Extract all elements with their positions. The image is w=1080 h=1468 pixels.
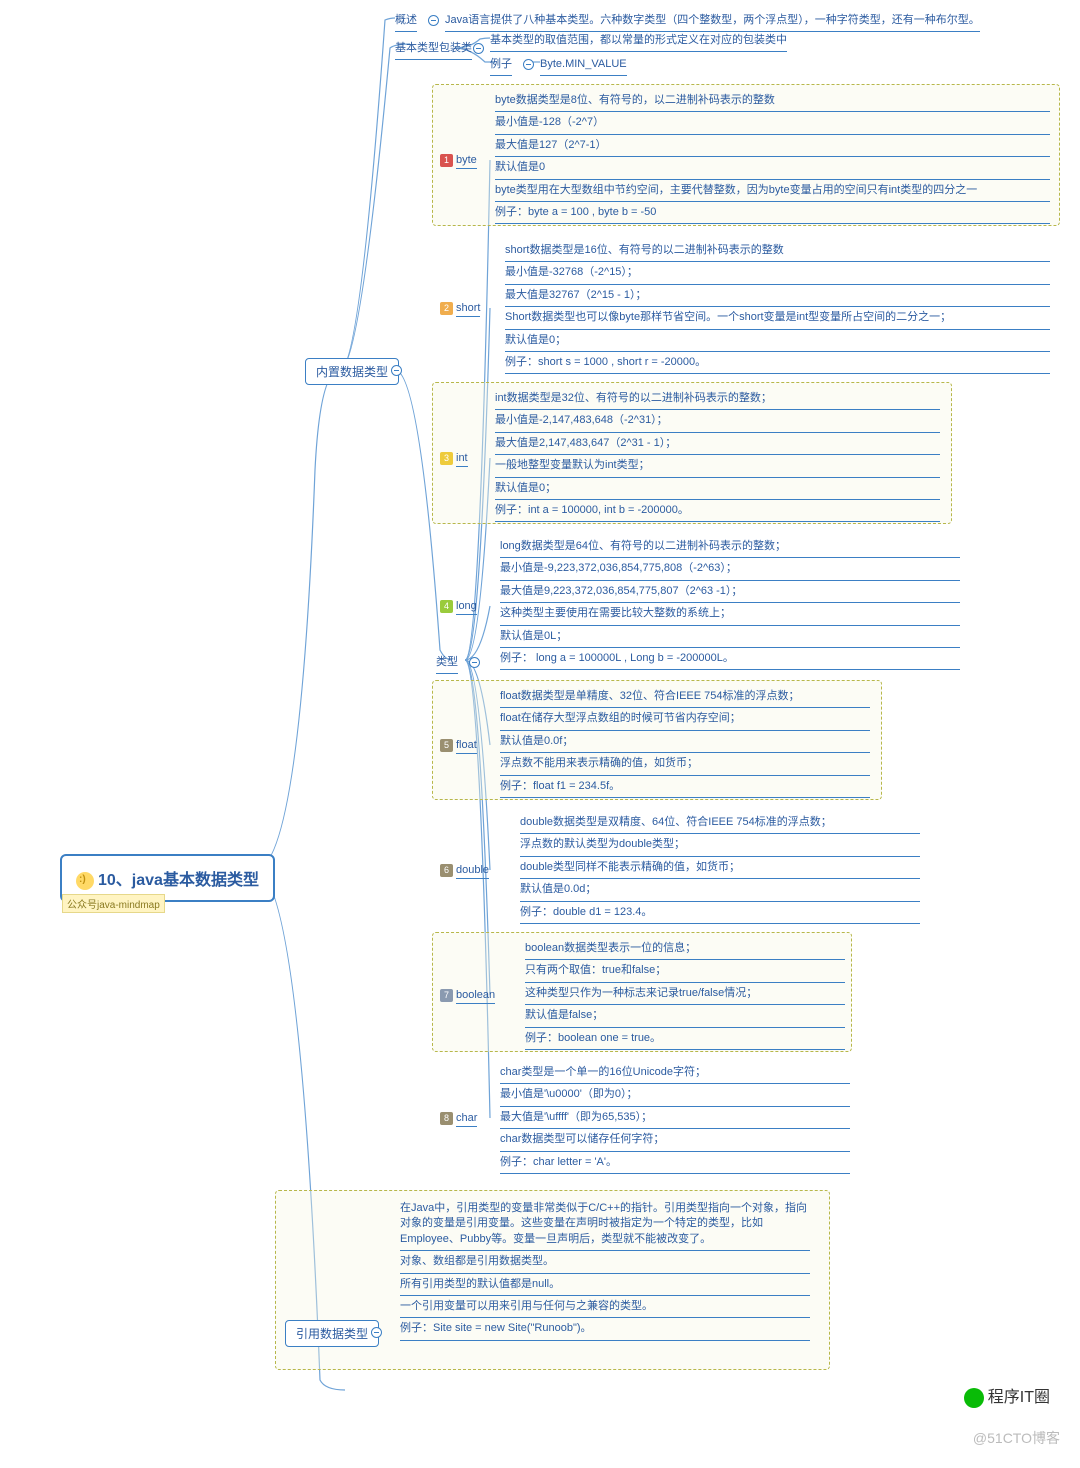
num-icon: 7	[440, 989, 453, 1002]
num-icon: 1	[440, 154, 453, 167]
root-tag: 公众号java-mindmap	[62, 894, 165, 913]
overview-label[interactable]: 概述	[395, 10, 417, 32]
type-boolean[interactable]: 7boolean	[440, 987, 495, 1004]
types-label[interactable]: 类型	[436, 652, 458, 674]
type-double[interactable]: 6double	[440, 862, 489, 879]
type-short[interactable]: 2short	[440, 300, 480, 317]
byte-children: byte数据类型是8位、有符号的，以二进制补码表示的整数最小值是-128（-2^…	[495, 90, 1050, 224]
type-long[interactable]: 4long	[440, 598, 477, 615]
num-icon: 5	[440, 739, 453, 752]
example-text: Byte.MIN_VALUE	[540, 54, 627, 76]
double-children: double数据类型是双精度、64位、符合IEEE 754标准的浮点数；浮点数的…	[520, 812, 920, 924]
num-icon: 4	[440, 600, 453, 613]
type-int[interactable]: 3int	[440, 450, 468, 467]
long-children: long数据类型是64位、有符号的以二进制补码表示的整数；最小值是-9,223,…	[500, 536, 960, 670]
reference-node[interactable]: 引用数据类型	[285, 1320, 379, 1347]
num-icon: 6	[440, 864, 453, 877]
float-children: float数据类型是单精度、32位、符合IEEE 754标准的浮点数；float…	[500, 686, 870, 798]
overview-text: Java语言提供了八种基本类型。六种数字类型（四个整数型，两个浮点型），一种字符…	[445, 10, 980, 32]
type-char[interactable]: 8char	[440, 1110, 477, 1127]
collapse-icon[interactable]	[371, 1327, 382, 1338]
builtin-node[interactable]: 内置数据类型	[305, 358, 399, 385]
collapse-icon[interactable]	[523, 59, 534, 70]
wechat-icon	[964, 1388, 984, 1408]
collapse-icon[interactable]	[391, 365, 402, 376]
num-icon: 8	[440, 1112, 453, 1125]
short-children: short数据类型是16位、有符号的以二进制补码表示的整数最小值是-32768（…	[505, 240, 1050, 374]
watermark-logo: 程序IT圈	[964, 1383, 1050, 1408]
watermark-text: @51CTO博客	[973, 1428, 1060, 1448]
collapse-icon[interactable]	[469, 657, 480, 668]
root-title: 10、java基本数据类型	[98, 872, 259, 889]
type-byte[interactable]: 1byte	[440, 152, 477, 169]
int-children: int数据类型是32位、有符号的以二进制补码表示的整数；最小值是-2,147,4…	[495, 388, 940, 522]
num-icon: 3	[440, 452, 453, 465]
char-children: char类型是一个单一的16位Unicode字符；最小值是'\u0000'（即为…	[500, 1062, 850, 1174]
collapse-icon[interactable]	[428, 15, 439, 26]
wrapper-label[interactable]: 基本类型包装类	[395, 38, 472, 60]
collapse-icon[interactable]	[473, 43, 484, 54]
smile-icon	[76, 872, 94, 890]
boolean-children: boolean数据类型表示一位的信息；只有两个取值：true和false；这种类…	[525, 938, 845, 1050]
wrapper-text: 基本类型的取值范围，都以常量的形式定义在对应的包装类中	[490, 30, 787, 52]
type-float[interactable]: 5float	[440, 737, 477, 754]
reference-children: 在Java中，引用类型的变量非常类似于C/C++的指针。引用类型指向一个对象，指…	[400, 1198, 810, 1341]
num-icon: 2	[440, 302, 453, 315]
example-label[interactable]: 例子	[490, 54, 512, 76]
